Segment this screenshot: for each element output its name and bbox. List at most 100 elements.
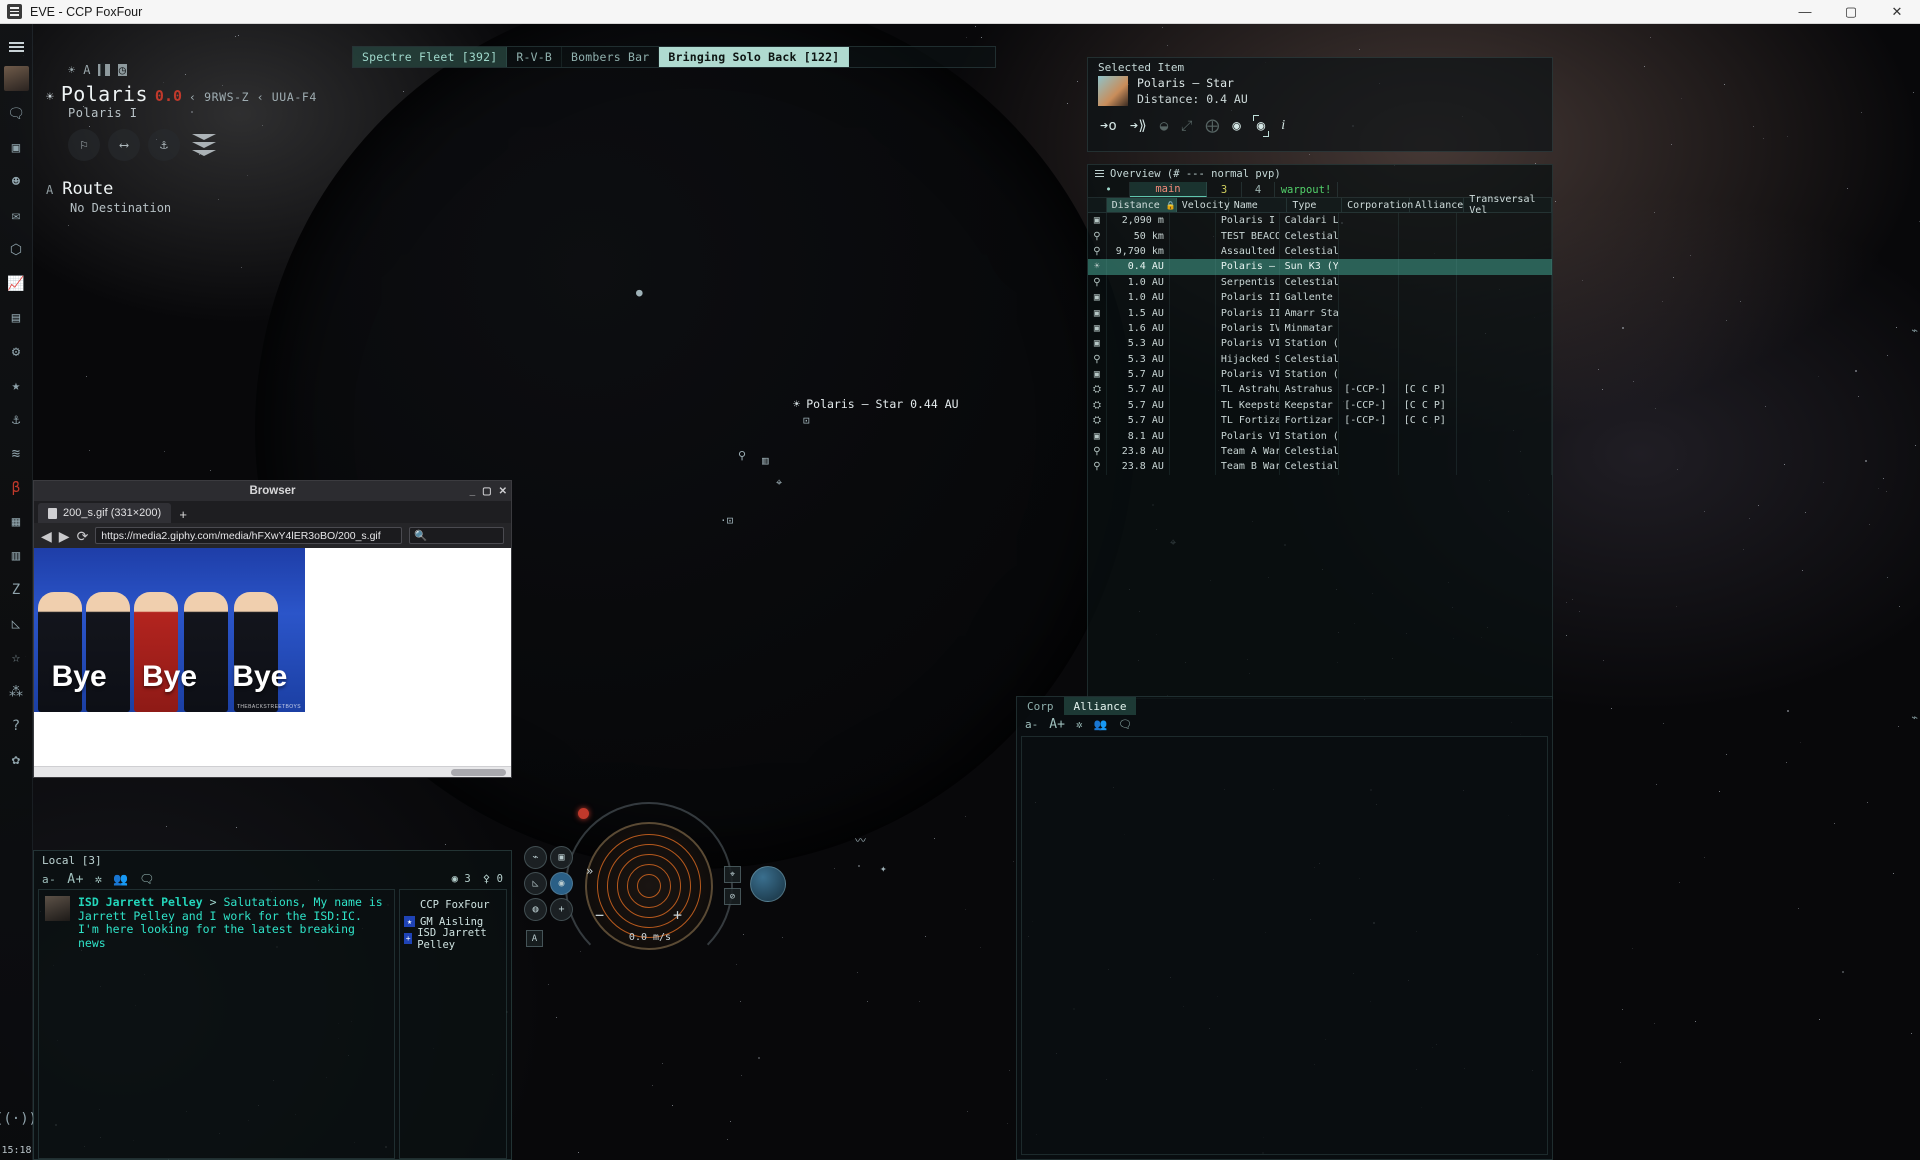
- tab-corp[interactable]: Corp: [1017, 697, 1064, 715]
- scanner-icon[interactable]: Z: [0, 573, 33, 607]
- neocom-menu-icon[interactable]: [0, 30, 33, 64]
- corporation-icon[interactable]: ▦: [0, 505, 33, 539]
- people-icon[interactable]: 👥: [1094, 718, 1108, 731]
- space-object-bracket[interactable]: ·⊡: [720, 514, 733, 527]
- table-row[interactable]: ▣1.0 AU Polaris II – PGallente Milit: [1088, 289, 1552, 306]
- hamburger-icon[interactable]: [1095, 169, 1104, 178]
- settings-icon[interactable]: ✲: [95, 872, 102, 886]
- star-space-label[interactable]: ☀ Polaris – Star 0.44 AU: [793, 397, 959, 411]
- member-row[interactable]: + ISD Jarrett Pelley: [404, 927, 502, 951]
- map-icon[interactable]: ◺: [0, 607, 33, 641]
- social-icon[interactable]: ⁂: [0, 675, 33, 709]
- space-object-bracket[interactable]: ▥: [762, 454, 769, 467]
- chat-channel-tabs[interactable]: Spectre Fleet [392] R-V-B Bombers Bar Br…: [352, 46, 996, 68]
- overview-tab-main[interactable]: main: [1130, 182, 1207, 197]
- browser-horizontal-scrollbar[interactable]: [34, 766, 511, 777]
- agency-icon[interactable]: ★: [0, 369, 33, 403]
- broadcast-icon[interactable]: ((·)): [0, 1102, 37, 1136]
- local-chat-window[interactable]: Local [3] a- A+ ✲ 👥 🗨 ◉ 3 ⚴ 0 ISD Jarret…: [33, 850, 512, 1160]
- col-type[interactable]: Type: [1287, 198, 1343, 212]
- space-object-bracket[interactable]: 〰: [855, 832, 866, 848]
- col-name[interactable]: Name: [1229, 198, 1288, 212]
- new-tab-button[interactable]: +: [173, 505, 193, 523]
- selected-item-actions[interactable]: ➔o ➔⟫ ◒ ⤢ ⨁ ◉ ◉ i: [1088, 107, 1552, 138]
- browser-tab-strip[interactable]: 200_s.gif (331×200) +: [34, 501, 511, 523]
- neocom-sidebar[interactable]: 🗨 ▣ ☻ ✉ ⬡ 📈 ▤ ⚙ ★ ⚓ ≋ β ▦ ▥ Z ◺ ☆ ⁂ ? ✿ …: [0, 24, 37, 1160]
- help-icon[interactable]: ?: [0, 709, 33, 743]
- minimize-button[interactable]: —: [1782, 0, 1828, 23]
- settings-icon[interactable]: ✲: [1076, 718, 1083, 731]
- table-row[interactable]: ⛭5.7 AU TL KeepstarKeepstar[-CCP-][C C P]: [1088, 397, 1552, 414]
- ship-hud[interactable]: 0.0 m/s − + » ⌁ ◺ ◍ ▣ ◉ + A ⌖ ⊘: [510, 784, 840, 970]
- col-distance[interactable]: Distance 🔒: [1106, 198, 1177, 212]
- browser-nav-bar[interactable]: ◀ ▶ ⟳ https://media2.giphy.com/media/hFX…: [34, 523, 511, 548]
- keep-at-range-icon[interactable]: ⤢: [1181, 119, 1192, 133]
- local-chat-messages[interactable]: ISD Jarrett Pelley > Salutations, My nam…: [38, 889, 395, 1159]
- table-row[interactable]: ⚲50 km TEST BEACONCelestial Bea: [1088, 228, 1552, 244]
- target-lock-button[interactable]: ⌖: [724, 866, 741, 883]
- space-object-bracket[interactable]: ⊡: [803, 414, 810, 427]
- font-increase-button[interactable]: A+: [67, 872, 84, 887]
- table-row[interactable]: ▣2,090 m Polaris I – PCaldari Logist: [1088, 213, 1552, 229]
- table-row[interactable]: ⛭5.7 AU TL AstrahusAstrahus[-CCP-][C C P]: [1088, 382, 1552, 398]
- chat-tab-spectre-fleet[interactable]: Spectre Fleet [392]: [353, 47, 508, 67]
- overview-tab-dot[interactable]: •: [1088, 182, 1130, 197]
- industry-icon[interactable]: ⚙: [0, 335, 33, 369]
- scanner-module-icon[interactable]: ⌁: [524, 846, 547, 869]
- corp-alliance-window[interactable]: Corp Alliance a- A+ ✲ 👥 🗨: [1016, 696, 1553, 1160]
- reload-icon[interactable]: ⟳: [77, 529, 89, 543]
- font-increase-button[interactable]: A+: [1049, 717, 1065, 732]
- table-row[interactable]: ⚲9,790 km Assaulted MinCelestial Bea: [1088, 243, 1552, 260]
- selected-item-thumbnail[interactable]: [1098, 76, 1128, 106]
- bookmarks-icon[interactable]: ☆: [0, 641, 33, 675]
- overview-window[interactable]: Overview (# --- normal pvp) • main 3 4 w…: [1087, 164, 1553, 699]
- ship-icon[interactable]: [750, 866, 786, 902]
- speech-icon[interactable]: 🗨: [139, 872, 154, 886]
- col-alliance[interactable]: Alliance: [1410, 198, 1465, 212]
- browser-maximize-button[interactable]: ▢: [482, 486, 491, 497]
- cargo-module-icon[interactable]: ▣: [550, 846, 573, 869]
- table-row[interactable]: ⚲1.0 AU Serpentis CovCelestial Bea: [1088, 274, 1552, 290]
- url-input[interactable]: https://media2.giphy.com/media/hFXwY4lER…: [95, 527, 402, 544]
- space-object-bracket[interactable]: ⚲: [738, 449, 746, 462]
- overview-tab-4[interactable]: 4: [1242, 182, 1275, 197]
- chat-tab-bombers-bar[interactable]: Bombers Bar: [562, 47, 660, 67]
- overview-tab-warpout[interactable]: warpout!: [1275, 182, 1338, 197]
- system-action-buttons[interactable]: ⚐ ⟷ ⚓: [68, 129, 376, 161]
- table-row[interactable]: ⛭5.7 AU TL FortizarFortizar[-CCP-][C C P]: [1088, 413, 1552, 429]
- browser-window[interactable]: Browser _ ▢ ✕ 200_s.gif (331×200) + ◀ ▶ …: [33, 480, 512, 778]
- overview-tab-3[interactable]: 3: [1207, 182, 1242, 197]
- gate-icon[interactable]: ⟷: [108, 129, 140, 161]
- chat-author[interactable]: ISD Jarrett Pelley: [78, 895, 203, 909]
- speed-chevrons-icon[interactable]: »: [586, 864, 593, 878]
- assets-icon[interactable]: ≋: [0, 437, 33, 471]
- align-to-icon[interactable]: ⨁: [1205, 119, 1219, 133]
- corp-chat-toolbar[interactable]: a- A+ ✲ 👥 🗨: [1017, 715, 1552, 734]
- back-icon[interactable]: ◀: [41, 529, 52, 543]
- approach-icon[interactable]: ➔o: [1100, 119, 1117, 133]
- edge-bracket[interactable]: ⌁: [1911, 711, 1918, 724]
- speed-increase-button[interactable]: +: [673, 906, 682, 924]
- browser-close-button[interactable]: ✕: [499, 486, 507, 497]
- col-corporation[interactable]: Corporation: [1342, 198, 1413, 212]
- font-decrease-button[interactable]: a-: [1025, 718, 1038, 731]
- browser-minimize-button[interactable]: _: [470, 486, 476, 497]
- target-clear-button[interactable]: ⊘: [724, 888, 741, 905]
- local-chat-member-list[interactable]: CCP FoxFour ★ GM Aisling + ISD Jarrett P…: [399, 889, 507, 1159]
- structure-browser-icon[interactable]: ▥: [0, 539, 33, 573]
- ship-module-icon[interactable]: ◉: [550, 872, 573, 895]
- browser-content-area[interactable]: Bye Bye Bye THEBACKSTREETBOYS: [34, 548, 511, 766]
- space-object-bracket[interactable]: ●: [636, 286, 643, 299]
- look-at-icon[interactable]: ◉: [1232, 119, 1240, 133]
- selected-item-panel[interactable]: Selected Item Polaris – Star Distance: 0…: [1087, 57, 1553, 152]
- fleet-icon[interactable]: ⚓: [0, 403, 33, 437]
- close-button[interactable]: ✕: [1874, 0, 1920, 23]
- space-object-bracket[interactable]: ✦: [880, 862, 887, 875]
- table-row[interactable]: ⚲23.8 AU Team A WarpCelestial Bea: [1088, 443, 1552, 460]
- maximize-button[interactable]: ▢: [1828, 0, 1874, 23]
- app-menu-icon[interactable]: [7, 4, 22, 19]
- character-portrait-icon[interactable]: [3, 66, 29, 91]
- fitting-icon[interactable]: ⬡: [0, 233, 33, 267]
- overview-column-headers[interactable]: Distance 🔒 Velocity Name Type Corporatio…: [1088, 194, 1552, 216]
- table-row[interactable]: ▣5.7 AU Polaris VII –Station (Conq: [1088, 366, 1552, 383]
